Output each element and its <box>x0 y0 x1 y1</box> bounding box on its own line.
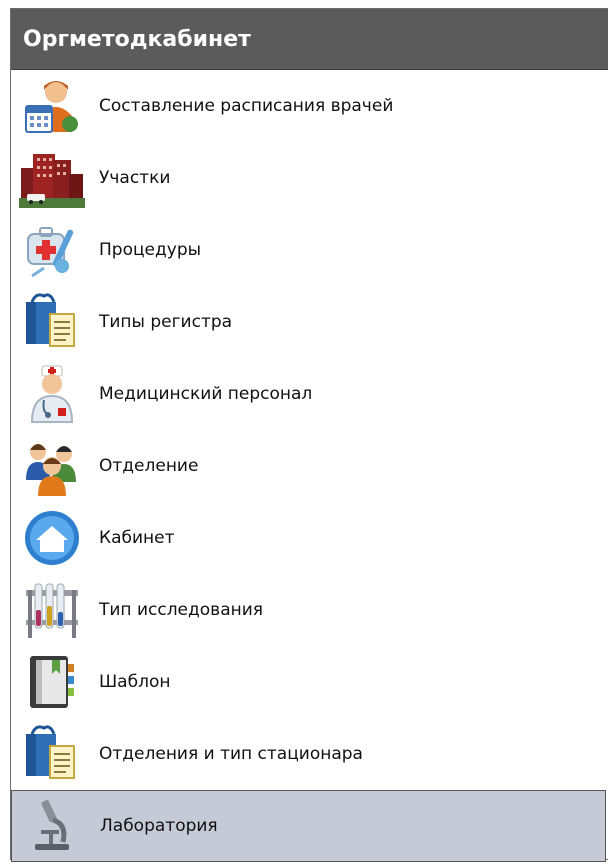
menu-item-label: Типы регистра <box>99 312 233 332</box>
nurse-icon <box>19 361 85 427</box>
menu-item-districts[interactable]: Участки <box>11 142 608 214</box>
menu-item-label: Лаборатория <box>100 816 218 836</box>
menu-item-label: Тип исследования <box>99 600 263 620</box>
menu-item-label: Участки <box>99 168 171 188</box>
test-tubes-icon <box>19 577 85 643</box>
microscope-icon <box>20 793 86 859</box>
menu-item-medical-staff[interactable]: Медицинский персонал <box>11 358 608 430</box>
doctor-schedule-icon <box>19 73 85 139</box>
menu-item-department[interactable]: Отделение <box>11 430 608 502</box>
menu-item-procedures[interactable]: Процедуры <box>11 214 608 286</box>
people-group-icon <box>19 433 85 499</box>
buildings-icon <box>19 145 85 211</box>
menu-item-template[interactable]: Шаблон <box>11 646 608 718</box>
menu-item-label: Процедуры <box>99 240 202 260</box>
menu-item-label: Кабинет <box>99 528 175 548</box>
menu-item-label: Отделения и тип стационара <box>99 744 363 764</box>
template-book-icon <box>19 649 85 715</box>
register-types-icon <box>19 721 85 787</box>
navigation-panel: Оргметодкабинет Составление расписания в… <box>10 8 608 862</box>
menu-item-departments-hospital-type[interactable]: Отделения и тип стационара <box>11 718 608 790</box>
menu-item-label: Шаблон <box>99 672 171 692</box>
menu-list: Составление расписания врачей Участки Пр… <box>11 70 608 862</box>
menu-item-cabinet[interactable]: Кабинет <box>11 502 608 574</box>
menu-item-laboratory[interactable]: Лаборатория <box>11 790 606 862</box>
menu-item-label: Отделение <box>99 456 199 476</box>
menu-item-label: Медицинский персонал <box>99 384 313 404</box>
register-types-icon <box>19 289 85 355</box>
menu-item-research-type[interactable]: Тип исследования <box>11 574 608 646</box>
home-circle-icon <box>19 505 85 571</box>
panel-title: Оргметодкабинет <box>11 9 608 70</box>
medical-kit-icon <box>19 217 85 283</box>
menu-item-label: Составление расписания врачей <box>99 96 394 116</box>
menu-item-register-types[interactable]: Типы регистра <box>11 286 608 358</box>
menu-item-doctor-schedule[interactable]: Составление расписания врачей <box>11 70 608 142</box>
